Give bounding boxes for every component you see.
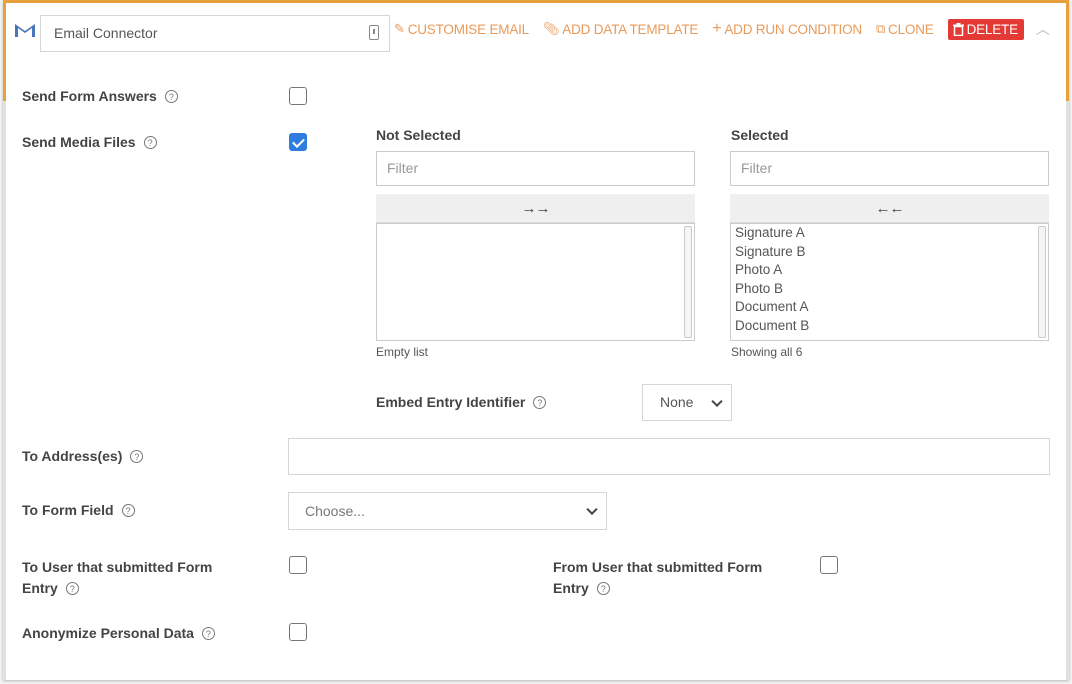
chevron-up-icon[interactable]: ︿ (1036, 19, 1050, 39)
rename-icon[interactable] (369, 25, 379, 40)
from-user-submitted-checkbox[interactable] (820, 556, 838, 574)
list-item[interactable]: Document A (731, 298, 1048, 317)
move-all-right-button[interactable]: →→ (376, 194, 695, 223)
list-item[interactable]: Signature B (731, 243, 1048, 262)
list-item[interactable]: Photo B (731, 280, 1048, 299)
send-form-answers-checkbox[interactable] (289, 87, 307, 105)
connector-name-input[interactable]: Email Connector (40, 15, 390, 52)
delete-button[interactable]: DELETE (947, 18, 1024, 40)
not-selected-status: Empty list (376, 345, 429, 359)
from-user-submitted-label: From User that submitted Form Entry? (553, 559, 763, 596)
move-all-left-button[interactable]: ←← (730, 194, 1049, 223)
help-icon[interactable]: ? (164, 89, 178, 103)
pencil-icon: ✎ (394, 21, 405, 36)
to-user-submitted-checkbox[interactable] (289, 556, 307, 574)
embed-entry-identifier-select[interactable]: None (642, 384, 732, 421)
chevron-down-icon (586, 503, 598, 516)
gmail-icon (15, 24, 35, 37)
connector-toolbar: ✎ CUSTOMISE EMAIL 📎︎ ADD DATA TEMPLATE +… (394, 18, 1050, 40)
plus-icon: + (712, 20, 722, 37)
send-media-files-label: Send Media Files ? (22, 134, 157, 150)
copy-icon: ⧉ (875, 21, 886, 36)
anonymize-label: Anonymize Personal Data ? (22, 625, 215, 641)
anonymize-checkbox[interactable] (289, 623, 307, 641)
help-icon[interactable]: ? (65, 582, 79, 595)
help-icon[interactable]: ? (533, 395, 547, 409)
customise-email-button[interactable]: ✎ CUSTOMISE EMAIL (394, 21, 529, 37)
list-item[interactable]: Document B (731, 317, 1048, 336)
selected-listbox[interactable]: Signature A Signature B Photo A Photo B … (730, 223, 1049, 341)
selected-status: Showing all 6 (731, 345, 803, 359)
list-item[interactable]: Photo A (731, 261, 1048, 280)
scrollbar[interactable] (1038, 226, 1046, 338)
to-user-submitted-label: To User that submitted Form Entry? (22, 559, 213, 596)
paperclip-icon: 📎︎ (542, 21, 560, 36)
help-icon[interactable]: ? (121, 503, 135, 517)
not-selected-filter-input[interactable]: Filter (376, 151, 695, 186)
help-icon[interactable]: ? (130, 449, 144, 463)
selected-filter-input[interactable]: Filter (730, 151, 1049, 186)
to-form-field-select[interactable]: Choose... (288, 492, 607, 530)
list-item[interactable]: Signature A (731, 224, 1048, 243)
add-data-template-button[interactable]: 📎︎ ADD DATA TEMPLATE (543, 21, 698, 37)
to-addresses-input[interactable] (288, 438, 1050, 475)
help-icon[interactable]: ? (201, 626, 215, 640)
selected-title: Selected (731, 127, 789, 143)
clone-button[interactable]: ⧉ CLONE (876, 21, 934, 37)
send-form-answers-label: Send Form Answers ? (22, 88, 178, 104)
trash-icon (952, 22, 964, 36)
scrollbar[interactable] (684, 226, 692, 338)
help-icon[interactable]: ? (596, 582, 610, 595)
to-form-field-label: To Form Field ? (22, 502, 135, 518)
add-run-condition-button[interactable]: + ADD RUN CONDITION (712, 20, 862, 38)
embed-entry-identifier-label: Embed Entry Identifier ? (376, 394, 547, 410)
send-media-files-checkbox[interactable] (289, 133, 307, 151)
help-icon[interactable]: ? (143, 135, 157, 149)
chevron-down-icon (711, 395, 723, 407)
not-selected-listbox[interactable] (376, 223, 695, 341)
to-addresses-label: To Address(es) ? (22, 448, 144, 464)
not-selected-title: Not Selected (376, 127, 461, 143)
